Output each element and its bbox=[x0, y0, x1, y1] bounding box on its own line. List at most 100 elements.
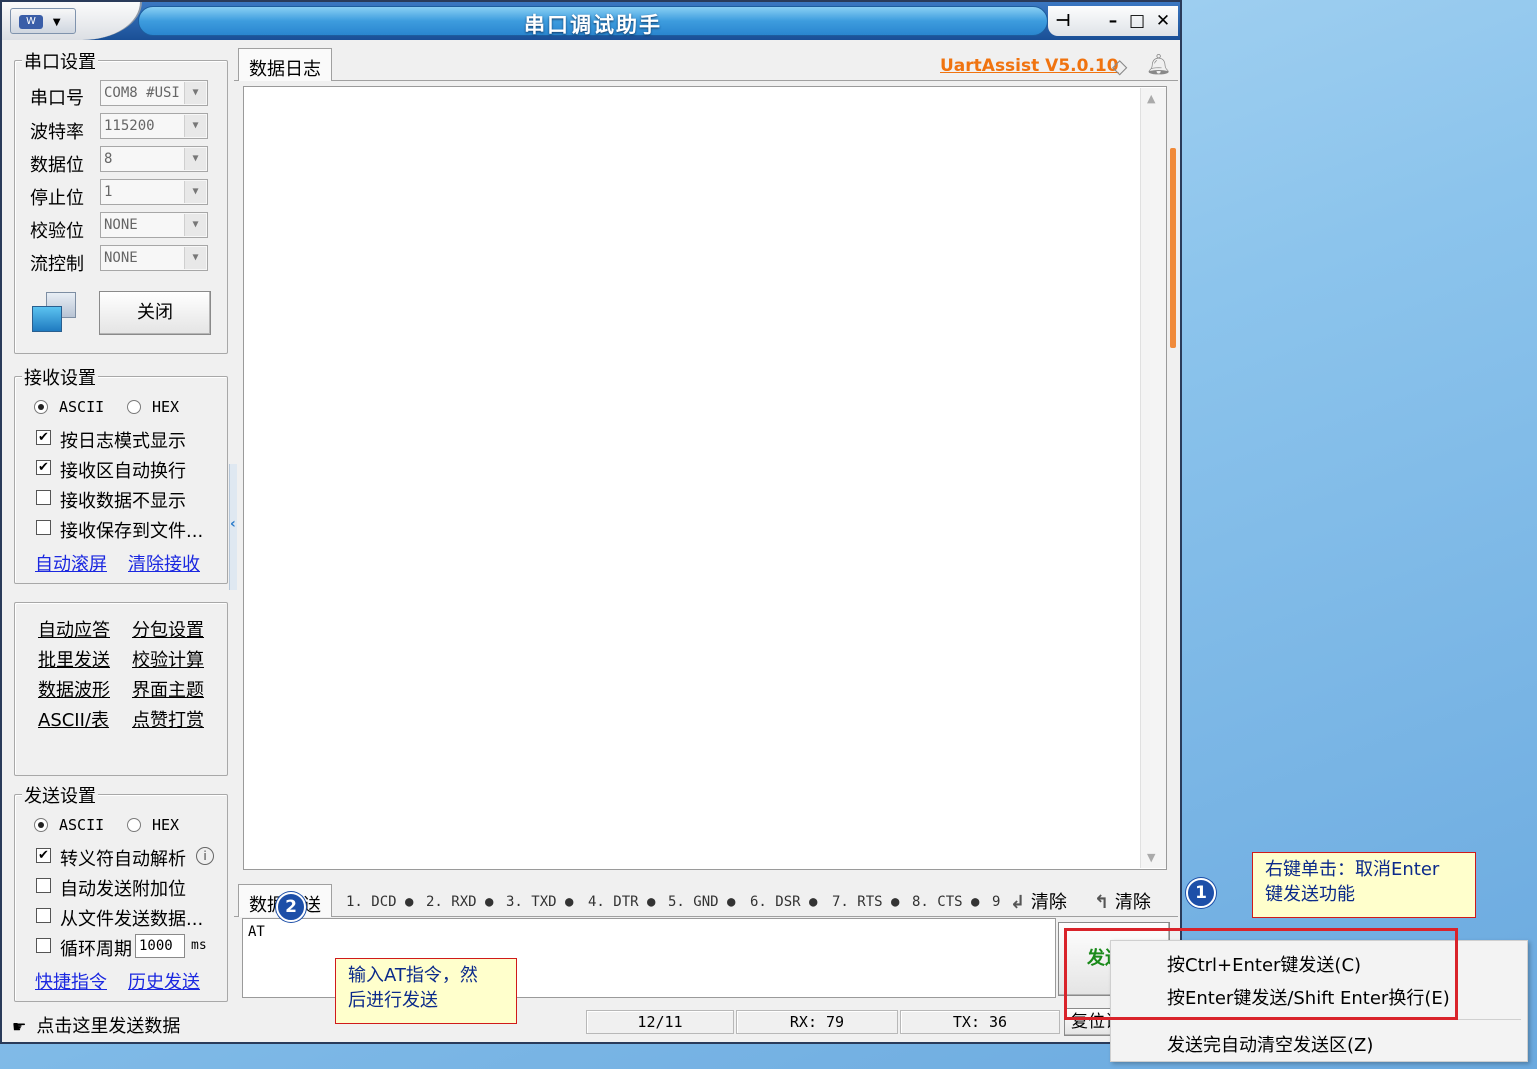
batch-send-link[interactable]: 批里发送 bbox=[38, 646, 110, 672]
hand-pointer-icon: ☛ bbox=[12, 1017, 27, 1036]
clear-recv-label: 清除 bbox=[1030, 892, 1067, 913]
waveform-link[interactable]: 数据波形 bbox=[38, 676, 110, 702]
send-hex-radio[interactable] bbox=[127, 818, 141, 832]
chevron-down-icon: ▼ bbox=[52, 17, 61, 28]
clear-recv-button[interactable]: ↲ 清除 bbox=[1010, 888, 1067, 914]
receive-text-area[interactable] bbox=[243, 86, 1167, 870]
history-link[interactable]: 历史发送 bbox=[128, 968, 200, 994]
signal-dtr[interactable]: 4. DTR ● bbox=[588, 894, 655, 910]
close-port-button[interactable]: 关闭 bbox=[99, 291, 211, 335]
escape-parse-label: 转义符自动解析 bbox=[60, 849, 186, 870]
databits-value: 8 bbox=[104, 151, 113, 167]
panel-splitter[interactable]: ‹ bbox=[229, 464, 237, 590]
send-ascii-radio[interactable] bbox=[34, 818, 48, 832]
baud-select[interactable]: 115200 ▼ bbox=[100, 113, 208, 139]
stopbits-value: 1 bbox=[104, 184, 113, 200]
chevron-down-icon: ▼ bbox=[184, 214, 206, 236]
port-label: 串口号 bbox=[30, 88, 84, 109]
chevron-down-icon: ▼ bbox=[184, 247, 206, 269]
recv-hex-label: HEX bbox=[152, 398, 180, 416]
title-bar: W ▼ 串口调试助手 ⊣ – □ ✕ bbox=[2, 2, 1180, 40]
diamond-icon[interactable]: ◇ bbox=[1112, 54, 1127, 78]
auto-wrap-checkbox[interactable]: ✔ bbox=[36, 460, 51, 475]
recv-hex-radio[interactable] bbox=[127, 400, 141, 414]
chevron-down-icon: ▼ bbox=[184, 181, 206, 203]
append-check-label: 自动发送附加位 bbox=[60, 879, 186, 900]
receive-settings-title: 接收设置 bbox=[22, 364, 98, 390]
serial-settings-title: 串口设置 bbox=[22, 48, 98, 74]
port-value: COM8 #USI bbox=[104, 85, 180, 101]
loop-period-input[interactable]: 1000 bbox=[135, 934, 185, 958]
flow-value: NONE bbox=[104, 250, 138, 266]
pin-icon[interactable]: ⊣ bbox=[1052, 10, 1074, 32]
append-check-checkbox[interactable] bbox=[36, 878, 51, 893]
send-ascii-label: ASCII bbox=[59, 816, 105, 834]
escape-parse-checkbox[interactable]: ✔ bbox=[36, 848, 51, 863]
annotation-highlight-box bbox=[1064, 928, 1458, 1020]
port-select[interactable]: COM8 #USI ▼ bbox=[100, 80, 208, 106]
packet-settings-link[interactable]: 分包设置 bbox=[132, 616, 204, 642]
flow-select[interactable]: NONE ▼ bbox=[100, 245, 208, 271]
checksum-link[interactable]: 校验计算 bbox=[132, 646, 204, 672]
signal-cts: 8. CTS ● bbox=[912, 894, 980, 910]
ctx-auto-clear[interactable]: 发送完自动清空发送区(Z) bbox=[1167, 1031, 1373, 1057]
auto-scroll-link[interactable]: 自动滚屏 bbox=[35, 550, 107, 576]
annotation-note-2: 输入AT指令，然 后进行发送 bbox=[335, 958, 517, 1024]
loop-unit: ms bbox=[191, 938, 207, 953]
collapse-arrow-icon: ‹ bbox=[230, 516, 236, 532]
quick-cmd-link[interactable]: 快捷指令 bbox=[35, 968, 107, 994]
maximize-button[interactable]: □ bbox=[1126, 10, 1148, 32]
note1-line2: 键发送功能 bbox=[1265, 884, 1355, 905]
theme-link[interactable]: 界面主题 bbox=[132, 676, 204, 702]
auto-reply-link[interactable]: 自动应答 bbox=[38, 616, 110, 642]
send-settings-title: 发送设置 bbox=[22, 782, 98, 808]
recv-ascii-radio[interactable] bbox=[34, 400, 48, 414]
save-file-checkbox[interactable] bbox=[36, 520, 51, 535]
stopbits-select[interactable]: 1 ▼ bbox=[100, 179, 208, 205]
signal-rts[interactable]: 7. RTS ● bbox=[832, 894, 899, 910]
tab-data-log[interactable]: 数据日志 bbox=[238, 48, 332, 81]
clear-send-label: 清除 bbox=[1114, 892, 1151, 913]
app-menu-button[interactable]: W ▼ bbox=[10, 8, 76, 34]
clear-send-button[interactable]: ↰ 清除 bbox=[1094, 888, 1151, 914]
from-file-checkbox[interactable] bbox=[36, 908, 51, 923]
bell-icon[interactable]: 🔔︎ bbox=[1146, 52, 1171, 76]
signal-bar: 1. DCD ● 2. RXD ● 3. TXD ● 4. DTR ● 5. G… bbox=[338, 886, 1002, 916]
status-rx: RX: 79 bbox=[736, 1010, 898, 1034]
scroll-thumb[interactable] bbox=[1170, 148, 1176, 348]
parity-value: NONE bbox=[104, 217, 138, 233]
log-mode-checkbox[interactable]: ✔ bbox=[36, 430, 51, 445]
log-mode-label: 按日志模式显示 bbox=[60, 431, 186, 452]
receive-scrollbar[interactable]: ▲ ▼ bbox=[1140, 88, 1166, 868]
version-link[interactable]: UartAssist V5.0.10 bbox=[940, 56, 1119, 76]
signal-ri: 9 bbox=[992, 894, 1001, 910]
step-badge-1: 1 bbox=[1186, 878, 1216, 908]
databits-select[interactable]: 8 ▼ bbox=[100, 146, 208, 172]
databits-label: 数据位 bbox=[30, 155, 84, 176]
from-file-label: 从文件发送数据... bbox=[60, 909, 204, 930]
baud-value: 115200 bbox=[104, 118, 155, 134]
save-file-label: 接收保存到文件... bbox=[60, 521, 204, 542]
clear-recv-link[interactable]: 清除接收 bbox=[128, 550, 200, 576]
auto-wrap-label: 接收区自动换行 bbox=[60, 461, 186, 482]
status-hint[interactable]: ☛ 点击这里发送数据 bbox=[12, 1012, 180, 1038]
arrow-up-left-icon: ↰ bbox=[1094, 892, 1110, 913]
parity-select[interactable]: NONE ▼ bbox=[100, 212, 208, 238]
step-badge-2: 2 bbox=[276, 892, 306, 922]
signal-dcd: 1. DCD ● bbox=[346, 894, 414, 910]
loop-checkbox[interactable] bbox=[36, 938, 51, 953]
ascii-table-link[interactable]: ASCII/表 bbox=[38, 706, 109, 732]
minimize-button[interactable]: – bbox=[1102, 10, 1124, 32]
hide-data-checkbox[interactable] bbox=[36, 490, 51, 505]
send-tab-strip-line bbox=[234, 916, 1178, 917]
recv-ascii-label: ASCII bbox=[59, 398, 105, 416]
signal-gnd: 5. GND ● bbox=[668, 894, 736, 910]
window-title: 串口调试助手 bbox=[524, 13, 662, 37]
stopbits-label: 停止位 bbox=[30, 188, 84, 209]
close-button[interactable]: ✕ bbox=[1152, 10, 1174, 32]
annotation-note-1: 右键单击：取消Enter 键发送功能 bbox=[1252, 852, 1476, 918]
hide-data-label: 接收数据不显示 bbox=[60, 491, 186, 512]
info-icon[interactable]: i bbox=[196, 847, 214, 865]
donate-link[interactable]: 点赞打赏 bbox=[132, 706, 204, 732]
parity-label: 校验位 bbox=[30, 221, 84, 242]
